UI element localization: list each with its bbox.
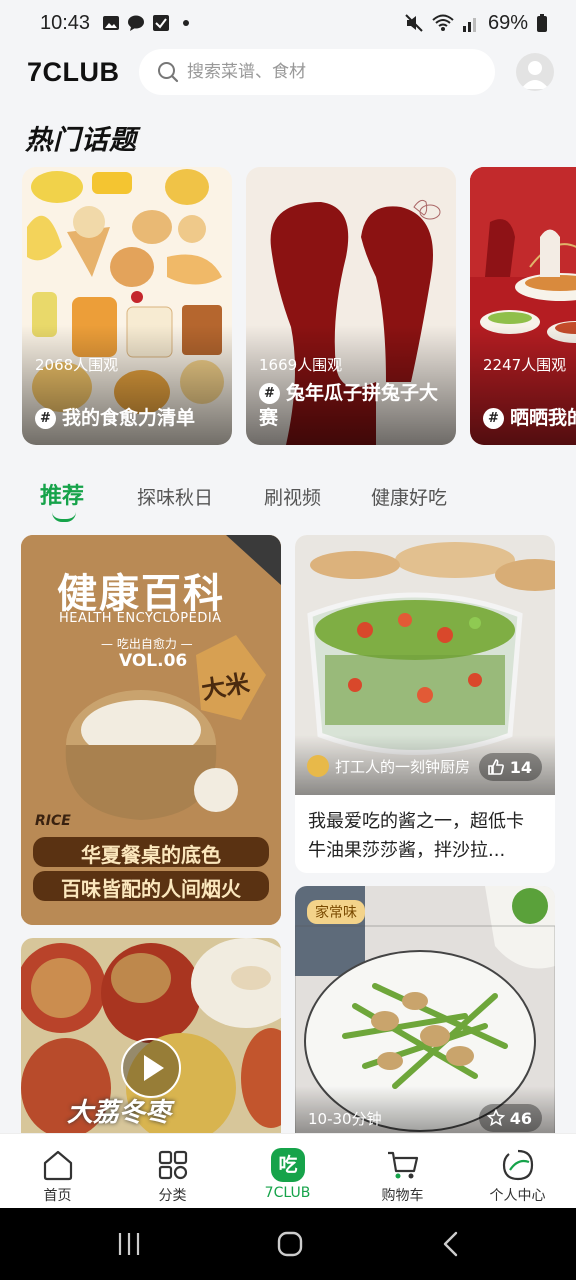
video-caption: 大荔冬枣 (67, 1098, 172, 1128)
topic-name: #晒晒我的 (483, 406, 576, 431)
topic-views: 1669人围观 (259, 356, 343, 374)
checkbox-icon (153, 15, 170, 31)
nav-label: 首页 (43, 1188, 72, 1204)
default-avatar-icon (521, 61, 549, 89)
search-bar[interactable] (139, 49, 495, 95)
signal-icon (462, 18, 476, 32)
hashtag-icon: # (35, 408, 56, 429)
feed-card-video[interactable]: 大荔冬枣 (21, 938, 281, 1138)
category-tabs: 推荐 探味秋日 刷视频 健康好吃 (0, 478, 576, 524)
poster-subtitle: HEALTH ENCYCLOPEDIA (59, 611, 222, 626)
feed-card-recipe[interactable]: 打工人的一刻钟厨房 14 我最爱吃的酱之一，超低卡牛油果莎莎酱，拌沙拉... (295, 535, 555, 873)
nav-label: 分类 (158, 1188, 187, 1204)
app-screen: 10:43 69% 7CLUB 热门话题 (0, 0, 576, 1280)
active-tab-indicator (52, 512, 76, 522)
eat-badge-icon: 吃 (271, 1148, 305, 1182)
avatar[interactable] (516, 53, 554, 91)
topic-views: 2068人围观 (35, 356, 119, 374)
recipe-tag: 家常味 (307, 900, 365, 924)
home-button-icon[interactable] (276, 1230, 304, 1258)
nav-7club[interactable]: 吃 7CLUB (230, 1134, 345, 1209)
nav-home[interactable]: 首页 (0, 1134, 115, 1209)
star-icon (486, 1109, 505, 1127)
play-icon (144, 1055, 164, 1081)
poster-series: — 吃出自愈力 — (101, 637, 193, 651)
gallery-icon (103, 16, 120, 30)
nav-profile[interactable]: 个人中心 (460, 1134, 575, 1209)
hashtag-icon: # (483, 408, 504, 429)
search-input[interactable] (187, 62, 467, 82)
wifi-icon (432, 14, 454, 31)
battery-percent: 69% (487, 11, 528, 34)
author-avatar-icon (307, 755, 329, 777)
nav-cart[interactable]: 购物车 (345, 1134, 460, 1209)
hot-topics-title: 热门话题 (25, 125, 137, 156)
topic-card[interactable]: 1669人围观 # 兔年瓜子拼兔子大赛 (246, 167, 456, 445)
bottom-nav: 首页 分类 吃 7CLUB 购物车 个人中心 (0, 1133, 576, 1208)
status-bar: 10:43 69% (0, 0, 576, 46)
back-icon[interactable] (440, 1230, 462, 1258)
author-name: 打工人的一刻钟厨房 (335, 757, 471, 776)
cook-duration: 10-30分钟 (308, 1110, 382, 1128)
profile-icon (502, 1149, 534, 1181)
thumbs-up-icon (487, 759, 504, 775)
tab-recommend[interactable]: 推荐 (40, 478, 84, 510)
notification-dot-icon (183, 20, 190, 26)
topic-card[interactable]: 2247人围观 #晒晒我的 (470, 167, 576, 445)
chat-icon (128, 15, 145, 31)
poster-rice: RICE (35, 813, 71, 829)
status-right: 69% (404, 12, 548, 35)
category-grid-icon (158, 1150, 188, 1180)
feed-card-poster[interactable]: 健康百科 HEALTH ENCYCLOPEDIA — 吃出自愈力 — VOL.0… (21, 535, 281, 925)
tab-videos[interactable]: 刷视频 (264, 483, 321, 510)
nav-label: 个人中心 (489, 1188, 546, 1204)
like-count: 14 (509, 757, 532, 777)
search-icon (158, 62, 179, 83)
nav-label: 购物车 (381, 1188, 424, 1204)
poster-line-1: 华夏餐桌的底色 (81, 843, 221, 867)
status-time: 10:43 (40, 11, 91, 34)
poster-vol: VOL.06 (119, 651, 188, 671)
cart-icon (388, 1151, 419, 1179)
topic-name: # 兔年瓜子拼兔子大赛 (259, 382, 439, 429)
topic-card[interactable]: 2068人围观 # 我的食愈力清单 (22, 167, 232, 445)
system-nav-bar (0, 1208, 576, 1280)
tab-autumn-flavor[interactable]: 探味秋日 (137, 483, 213, 510)
favorite-count: 46 (509, 1108, 532, 1128)
nav-category[interactable]: 分类 (115, 1134, 230, 1209)
app-logo: 7CLUB (27, 56, 120, 87)
tab-healthy[interactable]: 健康好吃 (371, 483, 447, 510)
play-button[interactable] (121, 1038, 181, 1098)
mute-icon (405, 14, 423, 32)
favorite-button[interactable]: 46 (478, 1104, 542, 1132)
recipe-title: 我最爱吃的酱之一，超低卡牛油果莎莎酱，拌沙拉... (308, 811, 524, 861)
feed-card-recipe[interactable]: 家常味 10-30分钟 46 (295, 886, 555, 1138)
hot-topics-carousel[interactable]: 2068人围观 # 我的食愈力清单 1669人围观 # 兔年瓜子拼兔子大赛 22… (22, 167, 576, 445)
like-button[interactable]: 14 (478, 753, 542, 781)
hashtag-icon: # (259, 383, 280, 404)
nav-label: 7CLUB (264, 1185, 311, 1201)
author-chip[interactable]: 打工人的一刻钟厨房 (307, 755, 470, 777)
topic-views: 2247人围观 (483, 356, 567, 374)
topic-name: # 我的食愈力清单 (35, 406, 222, 431)
home-icon (43, 1150, 73, 1181)
top-header: 7CLUB (0, 48, 576, 96)
recent-apps-icon[interactable] (116, 1231, 142, 1257)
poster-line-2: 百味皆配的人间烟火 (61, 877, 241, 901)
battery-icon (537, 14, 547, 32)
